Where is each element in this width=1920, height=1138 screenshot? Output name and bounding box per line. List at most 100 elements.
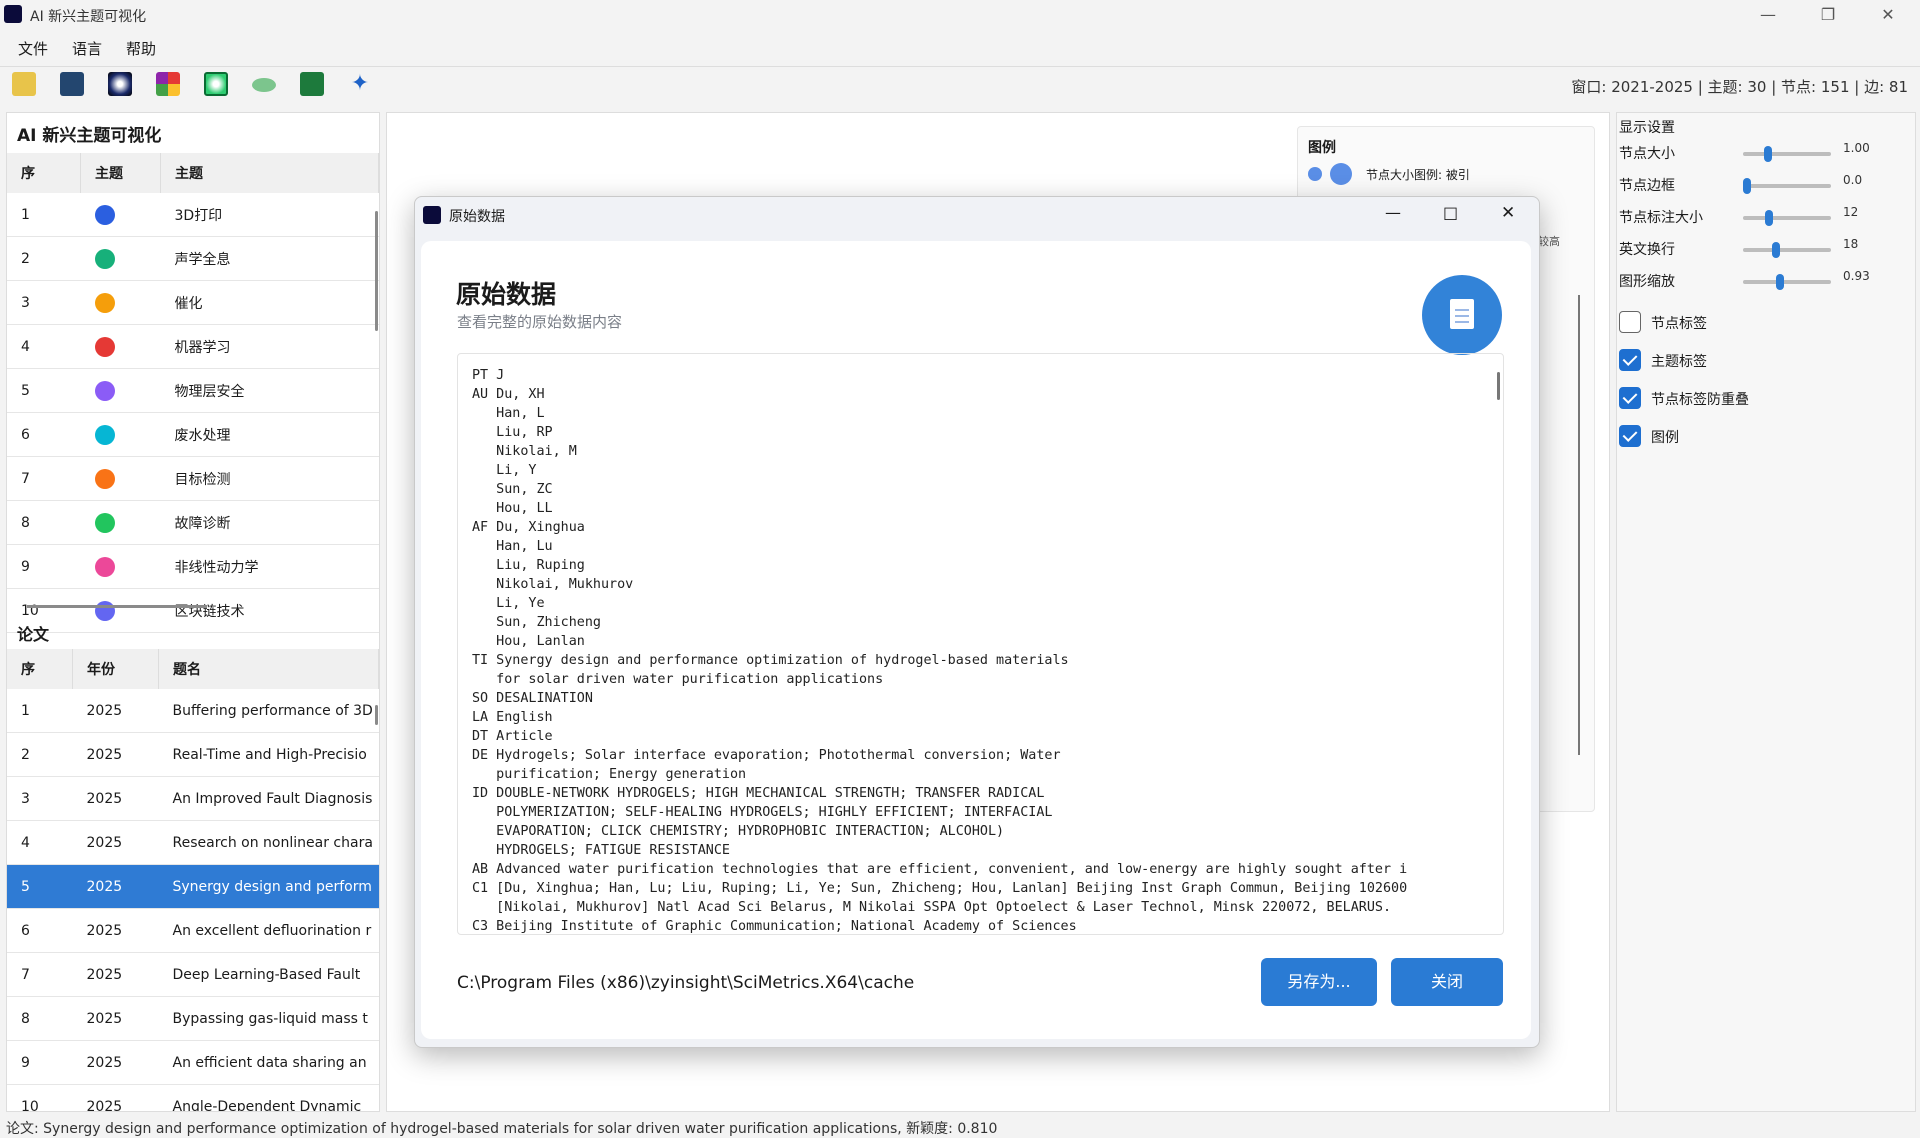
slider-track[interactable] <box>1743 280 1831 284</box>
paper-title: An efficient data sharing an <box>158 1040 379 1085</box>
topics-col-color[interactable]: 主题 <box>80 153 161 193</box>
slider-label: 节点标注大小 <box>1619 210 1703 226</box>
paper-year: 2025 <box>72 732 159 777</box>
glow-node-icon[interactable] <box>108 72 132 96</box>
topics-hscrollbar[interactable] <box>27 605 207 608</box>
topic-row[interactable]: 2 声学全息 <box>7 236 379 281</box>
topic-row[interactable]: 10 区块链技术 <box>7 588 379 633</box>
topic-row[interactable]: 6 废水处理 <box>7 412 379 457</box>
dialog-minimize-button[interactable]: — <box>1385 203 1401 222</box>
close-button[interactable]: 关闭 <box>1391 958 1503 1006</box>
topic-index: 8 <box>7 500 81 545</box>
topic-index: 2 <box>7 236 81 281</box>
slider-track[interactable] <box>1743 248 1831 252</box>
slider-thumb[interactable] <box>1765 210 1773 226</box>
topic-index: 9 <box>7 544 81 589</box>
checkbox[interactable] <box>1619 387 1641 409</box>
paper-row[interactable]: 5 2025 Synergy design and perform <box>7 864 379 909</box>
raw-data-scrollbar[interactable] <box>1497 372 1500 400</box>
paper-year: 2025 <box>72 820 159 865</box>
paper-row[interactable]: 6 2025 An excellent defluorination r <box>7 908 379 953</box>
paper-title: An Improved Fault Diagnosis <box>158 776 379 821</box>
menu-language[interactable]: 语言 <box>72 38 102 59</box>
paper-year: 2025 <box>72 908 159 953</box>
topic-name: 3D打印 <box>160 193 379 237</box>
paper-title: Buffering performance of 3D <box>158 689 379 733</box>
left-panel: AI 新兴主题可视化 序 主题 主题 1 3D打印 2 声学全息 3 催化 4 机器学习 5 物理… <box>6 112 380 1112</box>
checkbox[interactable] <box>1619 425 1641 447</box>
run-icon[interactable]: ✦ <box>348 72 372 96</box>
topic-color-cell <box>80 193 161 237</box>
slider-value: 18 <box>1843 237 1859 251</box>
papers-table: 序 年份 题名 1 2025 Buffering performance of 3D… <box>7 649 379 1111</box>
papers-col-title[interactable]: 题名 <box>158 649 379 689</box>
papers-col-year[interactable]: 年份 <box>72 649 159 689</box>
paper-row[interactable]: 10 2025 Angle-Dependent Dynamic <box>7 1084 379 1111</box>
paper-row[interactable]: 3 2025 An Improved Fault Diagnosis <box>7 776 379 821</box>
paper-row[interactable]: 9 2025 An efficient data sharing an <box>7 1040 379 1085</box>
paper-row[interactable]: 8 2025 Bypassing gas-liquid mass t <box>7 996 379 1041</box>
save-icon[interactable] <box>60 72 84 96</box>
topic-color-cell <box>80 588 161 633</box>
slider-track[interactable] <box>1743 216 1831 220</box>
slider-label: 节点大小 <box>1619 146 1675 162</box>
raw-data-textbox[interactable]: PT J AU Du, XH Han, L Liu, RP Nikolai, M… <box>457 353 1504 935</box>
paper-title: Synergy design and perform <box>158 864 379 909</box>
topic-row[interactable]: 7 目标检测 <box>7 456 379 501</box>
slider-thumb[interactable] <box>1772 242 1780 258</box>
open-folder-icon[interactable] <box>12 72 36 96</box>
dialog-maximize-button[interactable]: □ <box>1443 203 1458 222</box>
legend-scrollbar[interactable] <box>1578 295 1580 755</box>
menu-file[interactable]: 文件 <box>18 38 48 59</box>
slider-track[interactable] <box>1743 184 1831 188</box>
paper-row[interactable]: 4 2025 Research on nonlinear chara <box>7 820 379 865</box>
topic-row[interactable]: 8 故障诊断 <box>7 500 379 545</box>
topic-name: 声学全息 <box>160 236 379 281</box>
paper-index: 10 <box>7 1084 73 1111</box>
topic-index: 4 <box>7 324 81 369</box>
topics-col-index[interactable]: 序 <box>7 153 81 193</box>
topic-row[interactable]: 1 3D打印 <box>7 193 379 237</box>
graph-stats: 窗口: 2021-2025 | 主题: 30 | 节点: 151 | 边: 81 <box>1571 78 1908 96</box>
slider-thumb[interactable] <box>1764 146 1772 162</box>
topic-color-dot <box>94 512 115 533</box>
paper-row[interactable]: 2 2025 Real-Time and High-Precisio <box>7 732 379 777</box>
topic-name: 区块链技术 <box>160 588 379 633</box>
topic-row[interactable]: 3 催化 <box>7 280 379 325</box>
checkbox[interactable] <box>1619 349 1641 371</box>
topic-name: 非线性动力学 <box>160 544 379 589</box>
checkbox[interactable] <box>1619 311 1641 333</box>
save-as-button[interactable]: 另存为... <box>1261 958 1377 1006</box>
slider-thumb[interactable] <box>1743 178 1751 194</box>
paper-index: 8 <box>7 996 73 1041</box>
topic-row[interactable]: 9 非线性动力学 <box>7 544 379 589</box>
topic-color-cell <box>80 544 161 589</box>
topic-color-dot <box>94 468 115 489</box>
frame-icon[interactable] <box>204 72 228 96</box>
raw-data-dialog: 原始数据 — □ ✕ 原始数据 查看完整的原始数据内容 PT J AU Du, … <box>414 196 1540 1048</box>
topic-color-cell <box>80 500 161 545</box>
topic-row[interactable]: 5 物理层安全 <box>7 368 379 413</box>
minimize-button[interactable]: — <box>1740 0 1796 30</box>
slider-track[interactable] <box>1743 152 1831 156</box>
papers-scrollbar[interactable] <box>375 705 378 725</box>
paper-row[interactable]: 1 2025 Buffering performance of 3D <box>7 689 379 733</box>
paper-row[interactable]: 7 2025 Deep Learning-Based Fault <box>7 952 379 997</box>
topic-row[interactable]: 4 机器学习 <box>7 324 379 369</box>
cloud-icon[interactable] <box>252 78 276 92</box>
paper-title: Deep Learning-Based Fault <box>158 952 379 997</box>
dialog-logo-icon <box>423 206 441 224</box>
papers-col-index[interactable]: 序 <box>7 649 73 689</box>
dialog-close-icon[interactable]: ✕ <box>1501 203 1515 223</box>
topics-scrollbar[interactable] <box>375 211 378 331</box>
menu-help[interactable]: 帮助 <box>126 38 156 59</box>
topics-col-topic[interactable]: 主题 <box>160 153 379 193</box>
restore-button[interactable]: ❐ <box>1800 0 1856 30</box>
topic-color-cell <box>80 456 161 501</box>
excel-export-icon[interactable] <box>300 72 324 96</box>
color-palette-icon[interactable] <box>156 72 180 96</box>
slider-thumb[interactable] <box>1776 274 1784 290</box>
close-window-button[interactable]: ✕ <box>1860 0 1916 30</box>
slider-value: 1.00 <box>1843 141 1870 155</box>
paper-index: 2 <box>7 732 73 777</box>
